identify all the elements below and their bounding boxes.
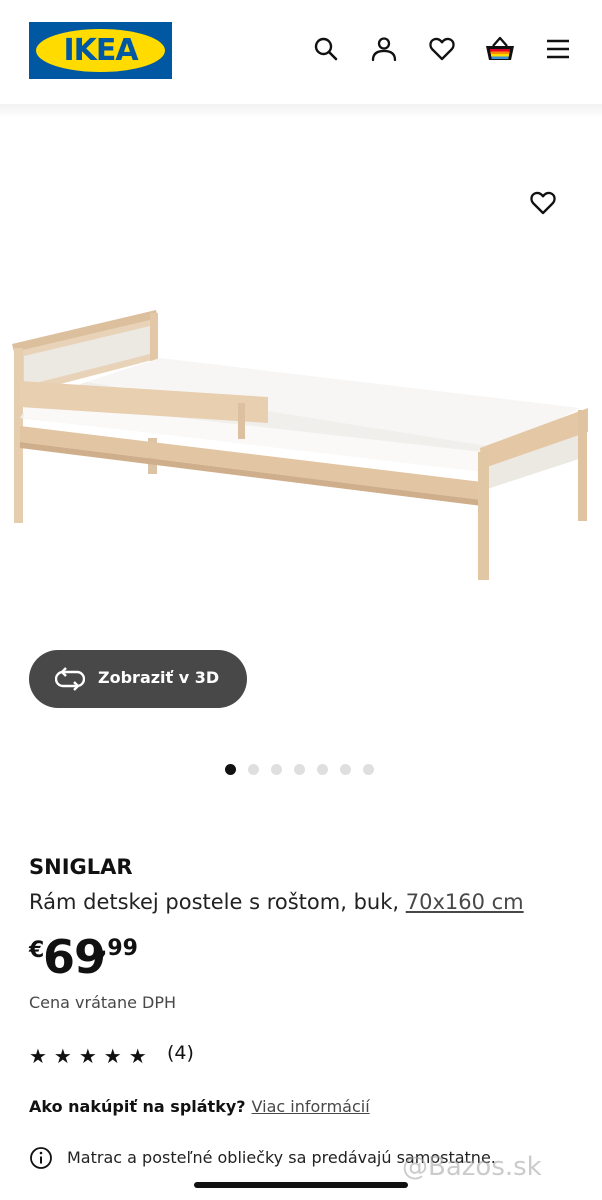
watermark: @Bazos.sk <box>402 1152 542 1182</box>
home-indicator[interactable] <box>194 1182 408 1188</box>
ikea-logo[interactable]: IKEA <box>29 22 172 79</box>
gallery-dot-2[interactable] <box>248 764 259 775</box>
rating-count: (4) <box>167 1042 194 1064</box>
product-size-link[interactable]: 70x160 cm <box>406 890 524 914</box>
installment-more-info-link[interactable]: Viac informácií <box>252 1097 370 1116</box>
gallery-dot-4[interactable] <box>294 764 305 775</box>
price-decimal: ,99 <box>99 936 138 961</box>
gallery-dot-5[interactable] <box>317 764 328 775</box>
product-description: Rám detskej postele s roštom, buk, 70x16… <box>29 890 524 914</box>
heart-icon[interactable] <box>426 33 458 65</box>
view-3d-button[interactable]: Zobraziť v 3D <box>29 650 247 708</box>
gallery-dot-1[interactable] <box>225 764 236 775</box>
gallery-dot-7[interactable] <box>363 764 374 775</box>
gallery-dot-3[interactable] <box>271 764 282 775</box>
header-divider <box>0 104 602 118</box>
vat-note: Cena vrátane DPH <box>29 993 177 1012</box>
search-icon[interactable] <box>310 33 342 65</box>
product-name: SNIGLAR <box>29 855 133 879</box>
account-icon[interactable] <box>368 33 400 65</box>
view-3d-label: Zobraziť v 3D <box>98 668 220 687</box>
add-to-favourites-icon[interactable] <box>526 186 560 220</box>
installment-question: Ako nakúpiť na splátky? <box>29 1097 246 1116</box>
info-icon <box>29 1146 53 1170</box>
installment-info: Ako nakúpiť na splátky? Viac informácií <box>29 1097 370 1116</box>
header: IKEA <box>0 0 602 108</box>
menu-icon[interactable] <box>542 33 574 65</box>
rating-stars: ★★★★★ <box>29 1044 154 1068</box>
price-integer: 69 <box>43 930 106 984</box>
logo-text: IKEA <box>63 33 138 68</box>
product-description-text: Rám detskej postele s roštom, buk, <box>29 890 406 914</box>
rotate-3d-icon <box>54 667 86 691</box>
cart-icon[interactable] <box>484 33 516 65</box>
gallery-dot-6[interactable] <box>340 764 351 775</box>
